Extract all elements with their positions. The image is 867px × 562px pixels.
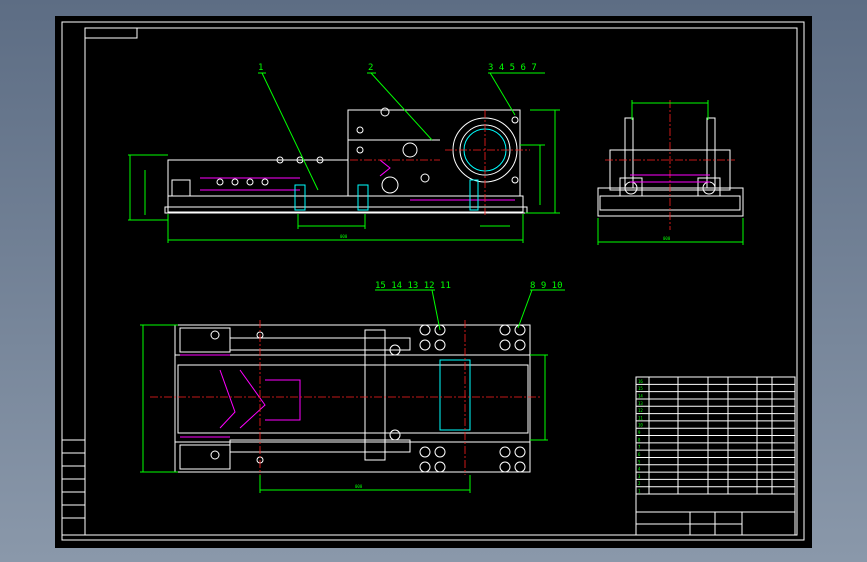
side-overall-dimension: 000 (663, 236, 671, 241)
front-overall-dimension: 000 (340, 234, 348, 239)
front-part-label-2: 2 (368, 63, 373, 73)
drawing-sheet: 1 2 3 4 5 6 7 000 000 15 14 13 12 11 8 9… (55, 16, 812, 548)
bom-row-number: 13 (638, 401, 643, 406)
cad-viewport: 1 2 3 4 5 6 7 000 000 15 14 13 12 11 8 9… (0, 0, 867, 562)
bom-row-number: 11 (638, 415, 643, 420)
bom-row-number: 10 (638, 423, 643, 428)
bom-row-number: 14 (638, 393, 643, 398)
bom-row-number: 16 (638, 379, 643, 384)
top-part-label-8-10: 8 9 10 (530, 281, 563, 291)
front-part-label-3-7: 3 4 5 6 7 (488, 63, 537, 73)
top-part-label-11-15: 15 14 13 12 11 (375, 281, 451, 291)
bom-row-number: 12 (638, 408, 643, 413)
front-part-label-1: 1 (258, 63, 263, 73)
bom-row-number: 15 (638, 386, 643, 391)
top-overall-dimension: 000 (355, 484, 363, 489)
